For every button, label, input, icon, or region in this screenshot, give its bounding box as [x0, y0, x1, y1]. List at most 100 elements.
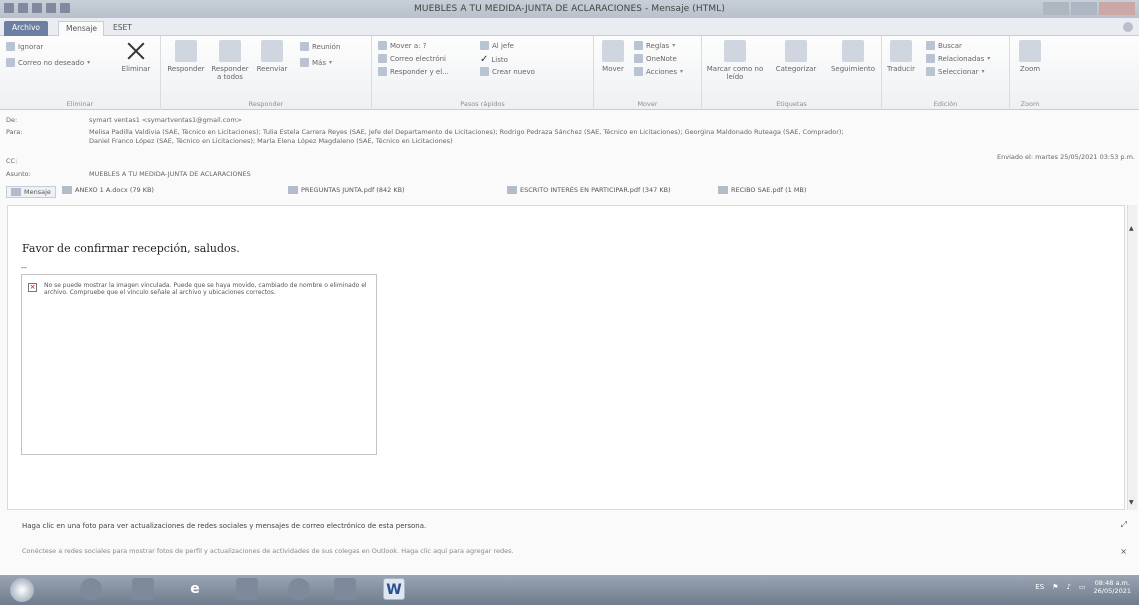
message-body[interactable]: Favor de confirmar recepción, saludos. -… — [7, 205, 1125, 510]
find-button[interactable]: Buscar — [926, 41, 962, 50]
group-move: Mover Reglas ▾ OneNote Acciones ▾ Mover — [594, 36, 702, 110]
internet-explorer-icon[interactable]: e — [184, 578, 206, 600]
forward-button[interactable]: Reenviar — [254, 40, 290, 73]
group-delete: Ignorar Correo no deseado ▾ Eliminar Elim… — [0, 36, 161, 110]
vertical-scrollbar[interactable]: ▲ ▼ — [1127, 205, 1137, 510]
subject-value: MUEBLES A TU MEDIDA-JUNTA DE ACLARACIONE… — [89, 170, 251, 178]
delete-button[interactable]: Eliminar — [118, 40, 154, 73]
pdf-file-icon — [507, 186, 517, 194]
related-button[interactable]: Relacionadas ▾ — [926, 54, 990, 63]
tab-message[interactable]: Mensaje — [58, 21, 104, 36]
quickstep-done[interactable]: ✓ Listo — [480, 54, 508, 65]
zoom-button[interactable]: Zoom — [1014, 40, 1046, 73]
folder-icon — [378, 41, 387, 50]
tab-file[interactable]: Archivo — [4, 21, 48, 36]
group-zoom: Zoom Zoom — [1010, 36, 1050, 110]
outlook-icon[interactable] — [334, 578, 356, 600]
clock[interactable]: 08:48 a.m. 26/05/2021 — [1094, 579, 1131, 595]
pdf-file-icon — [288, 186, 298, 194]
from-value[interactable]: symart ventas1 <symartventas1@gmail.com> — [89, 116, 242, 124]
move-button[interactable]: Mover — [600, 40, 626, 73]
reply-all-icon — [219, 40, 241, 62]
network-icon[interactable]: ▭ — [1079, 583, 1086, 591]
quickstep-create-new[interactable]: Crear nuevo — [480, 67, 535, 76]
reply-all-button[interactable]: Responder a todos — [209, 40, 251, 81]
flag-tray-icon[interactable]: ⚑ — [1052, 583, 1058, 591]
junk-icon — [6, 58, 15, 67]
pdf-file-icon — [718, 186, 728, 194]
media-player-icon[interactable] — [236, 578, 258, 600]
quickstep-reply-delete[interactable]: Responder y el... — [378, 67, 449, 76]
follow-up-button[interactable]: Seguimiento — [826, 40, 880, 73]
help-icon[interactable] — [1123, 22, 1133, 32]
rules-icon — [634, 41, 643, 50]
reply-button[interactable]: Responder — [165, 40, 207, 73]
group-tags: Marcar como no leído Categorizar Seguimi… — [702, 36, 882, 110]
attachment-item[interactable]: ANEXO 1 A.docx (79 KB) — [62, 186, 154, 194]
ignore-icon — [6, 42, 15, 51]
actions-button[interactable]: Acciones ▾ — [634, 67, 683, 76]
to-line-1[interactable]: Melisa Padilla Valdivia (SAE, Técnico en… — [89, 128, 844, 136]
checkmark-icon: ✓ — [480, 54, 489, 65]
browser-icon[interactable] — [288, 578, 310, 600]
group-label-delete: Eliminar — [66, 100, 94, 108]
categorize-button[interactable]: Categorizar — [768, 40, 824, 73]
attachment-item[interactable]: ESCRITO INTERÉS EN PARTICIPAR.pdf (347 K… — [507, 186, 671, 194]
ignore-button[interactable]: Ignorar — [6, 42, 43, 51]
translate-icon — [890, 40, 912, 62]
signature-separator: -- — [21, 263, 27, 272]
scroll-up-icon[interactable]: ▲ — [1129, 225, 1134, 232]
manager-icon — [480, 41, 489, 50]
move-icon — [602, 40, 624, 62]
attachment-item[interactable]: RECIBO SAE.pdf (1 MB) — [718, 186, 806, 194]
title-bar: MUEBLES A TU MEDIDA-JUNTA DE ACLARACIONE… — [0, 0, 1139, 18]
junk-button[interactable]: Correo no deseado ▾ — [6, 58, 90, 67]
clock-time: 08:48 a.m. — [1094, 579, 1130, 587]
scroll-down-icon[interactable]: ▼ — [1129, 499, 1134, 506]
word-icon[interactable]: W — [383, 578, 405, 600]
quickstep-move-to[interactable]: Mover a: ? — [378, 41, 426, 50]
file-explorer-icon[interactable] — [132, 578, 154, 600]
category-icon — [785, 40, 807, 62]
ribbon: Ignorar Correo no deseado ▾ Eliminar Elim… — [0, 36, 1139, 110]
magnifier-icon — [1019, 40, 1041, 62]
more-button[interactable]: Más ▾ — [300, 58, 332, 67]
message-header: De: symart ventas1 <symartventas1@gmail.… — [0, 110, 1139, 178]
delete-icon — [125, 40, 147, 62]
close-pane-icon[interactable]: × — [1120, 547, 1127, 556]
forward-icon — [261, 40, 283, 62]
from-label: De: — [6, 116, 18, 124]
group-label-editing: Edición — [933, 100, 958, 108]
quickstep-to-manager[interactable]: Al jefe — [480, 41, 514, 50]
to-line-2[interactable]: Daniel Franco López (SAE, Técnico en Lic… — [89, 137, 453, 145]
broken-image-icon: × — [28, 283, 37, 292]
maximize-button[interactable] — [1071, 2, 1097, 15]
onenote-button[interactable]: OneNote — [634, 54, 677, 63]
quickstep-email[interactable]: Correo electróni — [378, 54, 446, 63]
translate-button[interactable]: Traducir — [886, 40, 916, 73]
close-button[interactable] — [1099, 2, 1135, 15]
start-button[interactable] — [10, 578, 34, 602]
people-pane-hint[interactable]: Haga clic en una foto para ver actualiza… — [22, 522, 426, 530]
meeting-button[interactable]: Reunión — [300, 42, 340, 51]
onenote-icon — [634, 54, 643, 63]
window-title: MUEBLES A TU MEDIDA-JUNTA DE ACLARACIONE… — [414, 4, 725, 14]
tab-eset[interactable]: ESET — [106, 21, 136, 36]
attachment-item[interactable]: PREGUNTAS JUNTA.pdf (842 KB) — [288, 186, 405, 194]
minimize-button[interactable] — [1043, 2, 1069, 15]
select-icon — [926, 67, 935, 76]
expand-pane-icon[interactable]: ⤢ — [1121, 520, 1127, 530]
taskbar: e W ES ⚑ ♪ ▭ 08:48 a.m. 26/05/2021 — [0, 575, 1139, 605]
volume-icon[interactable]: ♪ — [1066, 583, 1070, 591]
mark-unread-button[interactable]: Marcar como no leído — [706, 40, 764, 81]
envelope-icon — [724, 40, 746, 62]
people-pane-connect[interactable]: Conéctese a redes sociales para mostrar … — [22, 547, 514, 555]
select-button[interactable]: Seleccionar ▾ — [926, 67, 985, 76]
more-icon — [300, 58, 309, 67]
clock-date: 26/05/2021 — [1093, 587, 1131, 595]
message-tab[interactable]: Mensaje — [6, 186, 56, 198]
chrome-icon[interactable] — [80, 578, 102, 600]
rules-button[interactable]: Reglas ▾ — [634, 41, 675, 50]
system-tray: ES ⚑ ♪ ▭ 08:48 a.m. 26/05/2021 — [1035, 579, 1131, 595]
language-indicator[interactable]: ES — [1035, 583, 1044, 591]
